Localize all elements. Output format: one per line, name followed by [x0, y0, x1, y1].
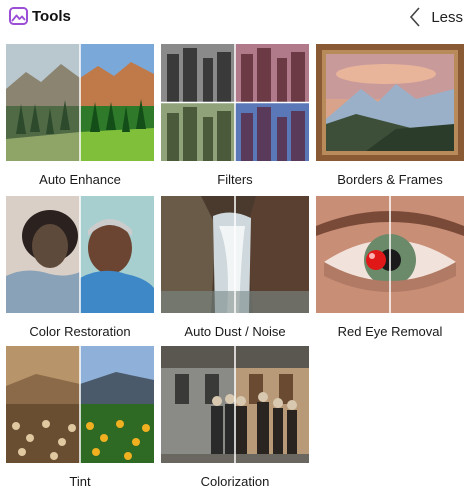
tool-label: Auto Enhance [39, 172, 121, 187]
tool-label: Borders & Frames [337, 172, 443, 187]
tool-borders-frames[interactable]: Borders & Frames [316, 44, 464, 189]
tint-thumbnail [6, 346, 154, 463]
image-tools-icon [9, 7, 28, 25]
tool-label: Tint [69, 474, 91, 489]
tool-label: Colorization [200, 474, 270, 489]
tool-label: Filters [217, 172, 253, 187]
chevron-left-icon [409, 6, 421, 28]
tool-colorization[interactable]: Colorization [161, 346, 309, 491]
tools-header: Tools Less [0, 0, 471, 36]
auto-dust-noise-thumbnail [161, 196, 309, 313]
tool-color-restoration[interactable]: Color Restoration [6, 196, 154, 341]
tool-label: Auto Dust / Noise [184, 324, 286, 339]
less-button[interactable]: Less [409, 4, 463, 30]
color-restoration-thumbnail [6, 196, 154, 313]
colorization-thumbnail [161, 346, 309, 463]
tool-auto-enhance[interactable]: Auto Enhance [6, 44, 154, 189]
tool-auto-dust-noise[interactable]: Auto Dust / Noise [161, 196, 309, 341]
borders-frames-thumbnail [316, 44, 464, 161]
tool-red-eye-removal[interactable]: Red Eye Removal [316, 196, 464, 341]
tool-label: Red Eye Removal [337, 324, 443, 339]
tool-label: Color Restoration [29, 324, 131, 339]
auto-enhance-thumbnail [6, 44, 154, 161]
filters-thumbnail [161, 44, 309, 161]
tool-tint[interactable]: Tint [6, 346, 154, 491]
less-label: Less [431, 8, 463, 26]
red-eye-removal-thumbnail [316, 196, 464, 313]
tool-filters[interactable]: Filters [161, 44, 309, 189]
panel-title: Tools [32, 8, 71, 25]
